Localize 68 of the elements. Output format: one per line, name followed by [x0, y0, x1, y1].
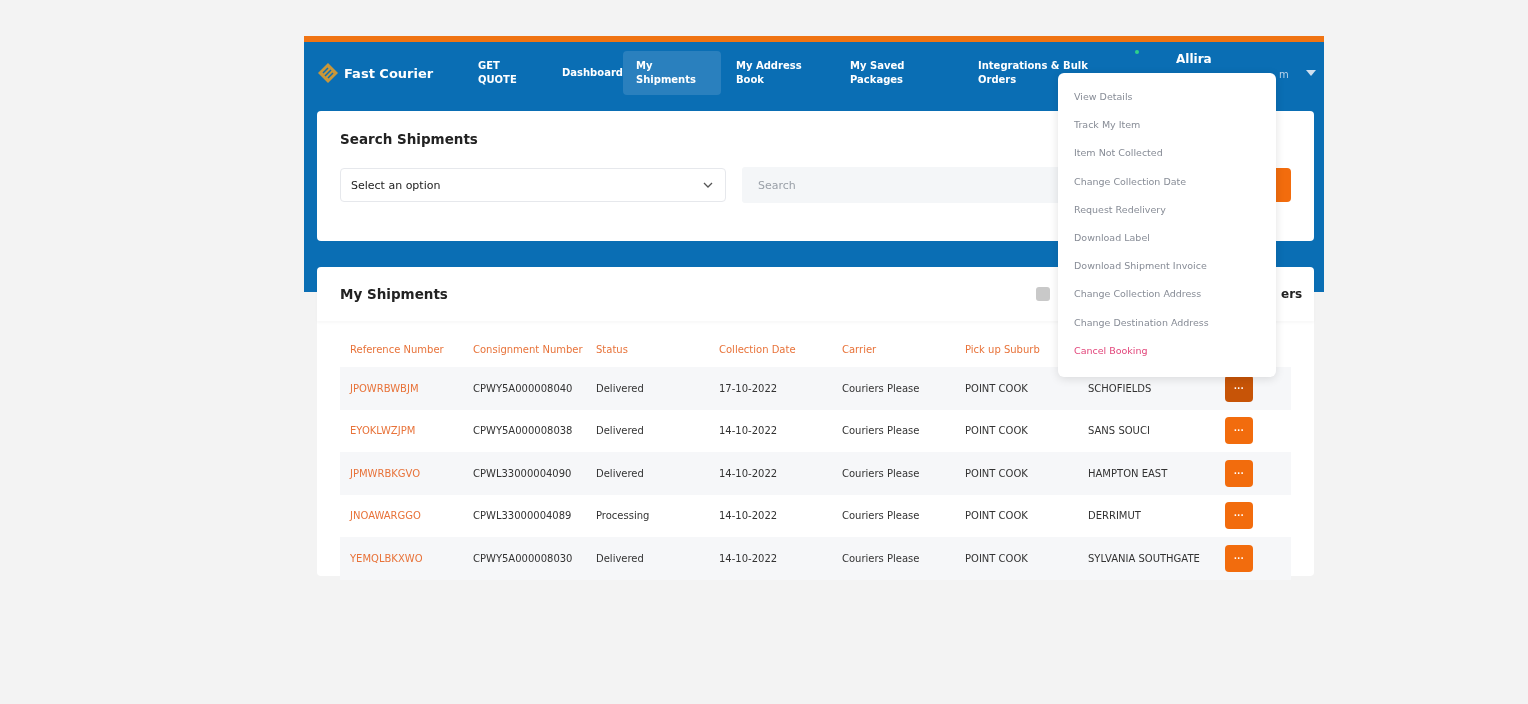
menu-item[interactable]: Download Shipment Invoice	[1058, 252, 1276, 281]
card-title: Search Shipments	[340, 131, 479, 147]
more-button[interactable]: ···	[1225, 417, 1253, 445]
table-cell-text: CPWL33000004090	[472, 467, 573, 479]
menu-item[interactable]: Change Destination Address	[1058, 308, 1276, 337]
more-button[interactable]: ···	[1225, 502, 1253, 530]
brand-name[interactable]: Fast Courier	[344, 65, 434, 81]
table-cell-text: CPWY5A000008038	[472, 425, 574, 437]
user-subtitle: m	[1279, 69, 1289, 80]
table-cell-text: POINT COOK	[964, 467, 1029, 479]
table-cell-text: 14-10-2022	[718, 552, 779, 564]
chevron-icon	[703, 182, 713, 188]
nav-tab[interactable]: My Address Book	[723, 51, 837, 95]
logo-icon	[317, 62, 339, 84]
menu-item[interactable]: Change Collection Address	[1058, 280, 1276, 309]
nav-tab[interactable]: GET QUOTE	[465, 51, 549, 95]
table-cell-text: Delivered	[595, 382, 645, 394]
table-cell-text: POINT COOK	[964, 510, 1029, 522]
table-cell-text: 14-10-2022	[718, 467, 779, 479]
table-cell-text: Delivered	[595, 425, 645, 437]
table-cell-text: 14-10-2022	[718, 425, 779, 437]
table-cell-text: SANS SOUCI	[1087, 425, 1151, 437]
table-cell-text: Delivered	[595, 552, 645, 564]
table-cell-text: POINT COOK	[964, 382, 1029, 394]
table-cell-text: 14-10-2022	[718, 510, 779, 522]
table-cell-text: DERRIMUT	[1087, 510, 1142, 522]
column-header: Carrier	[841, 343, 878, 355]
column-header: Consignment Number	[472, 343, 584, 355]
table-cell-text: CPWL33000004089	[472, 510, 573, 522]
menu-item[interactable]: Cancel Booking	[1058, 336, 1276, 365]
reference-link[interactable]: JPMWRBKGVO	[340, 467, 463, 479]
table-cell-text: HAMPTON EAST	[1087, 467, 1169, 479]
table-cell-text: Couriers Please	[841, 510, 921, 522]
reference-link[interactable]: YEMQLBKXWO	[340, 552, 463, 564]
table-cell-text: CPWY5A000008030	[472, 552, 574, 564]
column-header: Collection Date	[718, 343, 797, 355]
table-cell-text: 17-10-2022	[718, 382, 779, 394]
menu-item[interactable]: View Details	[1058, 83, 1276, 112]
reference-link[interactable]: JNOAWARGGO	[340, 510, 463, 522]
checkbox[interactable]	[1036, 287, 1050, 301]
menu-item[interactable]: Download Label	[1058, 223, 1276, 253]
column-header: Reference Number	[349, 343, 445, 355]
table-cell-text: Couriers Please	[841, 425, 921, 437]
caret-icon[interactable]	[1306, 70, 1316, 76]
table-cell-text: Couriers Please	[841, 552, 921, 564]
user-name: Allira	[1176, 52, 1213, 66]
nav-tab[interactable]: My Shipments	[623, 51, 721, 95]
table-cell-text: CPWY5A000008040	[472, 382, 574, 394]
table-cell-text: POINT COOK	[964, 552, 1029, 564]
table-cell-text: SCHOFIELDS	[1087, 382, 1153, 394]
table-cell-text: Delivered	[595, 467, 645, 479]
option-select[interactable]: Select an option	[340, 168, 726, 202]
menu-item[interactable]: Item Not Collected	[1058, 139, 1276, 168]
more-button[interactable]: ···	[1225, 544, 1253, 572]
reference-link[interactable]: JPOWRBWBJM	[340, 382, 463, 394]
nav-tab[interactable]: Dashboard	[549, 51, 623, 95]
table-cell-text: Couriers Please	[841, 467, 921, 479]
column-header: Status	[595, 343, 629, 355]
reference-link[interactable]: EYOKLWZJPM	[340, 425, 463, 437]
more-button[interactable]: ···	[1225, 459, 1253, 487]
table-cell-text: Couriers Please	[841, 382, 921, 394]
menu-item[interactable]: Track My Item	[1058, 111, 1276, 140]
filters-label[interactable]: ers	[1281, 287, 1303, 301]
table-cell-text: Processing	[595, 510, 651, 522]
table-cell-text: SYLVANIA SOUTHGATE	[1087, 552, 1201, 564]
nav-tab[interactable]: My Saved Packages	[837, 51, 965, 95]
card-title: My Shipments	[340, 286, 448, 302]
table-cell-text: POINT COOK	[964, 425, 1029, 437]
